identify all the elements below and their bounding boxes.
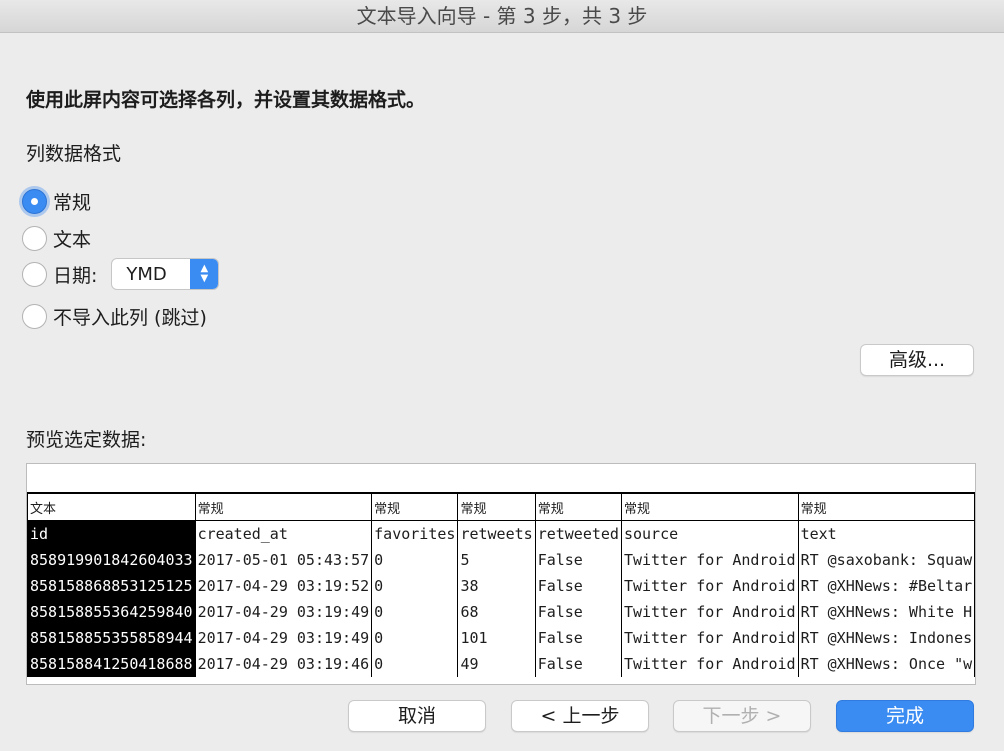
table-cell[interactable]: 2017-04-29 03:19:49	[194, 599, 373, 625]
preview-area[interactable]: 文本 常规 常规 常规 常规 常规 常规 id created_at favor…	[26, 463, 976, 685]
header-cell[interactable]: retweeted	[534, 520, 622, 547]
table-cell[interactable]: 858158868853125125	[27, 573, 196, 599]
table-row: 858158841250418688 2017-04-29 03:19:46 0…	[27, 651, 975, 677]
date-format-value: YMD	[126, 263, 167, 285]
header-cell[interactable]: source	[620, 520, 799, 547]
table-cell[interactable]: False	[534, 573, 622, 599]
table-cell[interactable]: RT @XHNews: Once "w	[797, 651, 975, 677]
table-cell[interactable]: False	[534, 547, 622, 573]
column-format-cell[interactable]: 常规	[194, 492, 373, 521]
column-format-cell[interactable]: 文本	[27, 492, 196, 521]
back-button[interactable]: < 上一步	[511, 700, 649, 732]
table-cell[interactable]: 5	[457, 547, 536, 573]
instruction-text: 使用此屏内容可选择各列，并设置其数据格式。	[26, 89, 426, 111]
finish-button[interactable]: 完成	[836, 700, 974, 732]
table-cell[interactable]: Twitter for Android	[620, 651, 799, 677]
table-cell[interactable]: 858158841250418688	[27, 651, 196, 677]
column-format-label: 列数据格式	[26, 143, 122, 165]
format-date-option[interactable]: 日期: YMD ▲ ▼	[22, 258, 220, 290]
column-format-cell[interactable]: 常规	[534, 492, 622, 521]
table-cell[interactable]: Twitter for Android	[620, 573, 799, 599]
stepper-icon[interactable]: ▲ ▼	[190, 259, 219, 289]
table-cell[interactable]: 0	[371, 573, 459, 599]
table-cell[interactable]: 0	[371, 547, 459, 573]
format-general-option[interactable]: 常规	[22, 188, 91, 215]
column-format-cell[interactable]: 常规	[620, 492, 799, 521]
table-cell[interactable]: RT @XHNews: Indones	[797, 625, 975, 651]
date-radio[interactable]	[22, 261, 47, 287]
table-cell[interactable]: 2017-05-01 05:43:57	[194, 547, 373, 573]
table-cell[interactable]: 858158855364259840	[27, 599, 196, 625]
table-cell[interactable]: 0	[371, 651, 459, 677]
table-cell[interactable]: False	[534, 651, 622, 677]
table-cell[interactable]: False	[534, 625, 622, 651]
skip-radio[interactable]	[22, 304, 47, 329]
table-cell[interactable]: 2017-04-29 03:19:46	[194, 651, 373, 677]
column-format-cell[interactable]: 常规	[371, 492, 459, 521]
preview-label: 预览选定数据:	[26, 429, 147, 451]
table-cell[interactable]: 0	[371, 599, 459, 625]
table-cell[interactable]: 38	[457, 573, 536, 599]
table-cell[interactable]: Twitter for Android	[620, 599, 799, 625]
table-cell[interactable]: False	[534, 599, 622, 625]
table-cell[interactable]: RT @saxobank: Squaw	[797, 547, 975, 573]
header-cell[interactable]: id	[27, 520, 196, 547]
header-cell[interactable]: text	[797, 520, 975, 547]
table-cell[interactable]: Twitter for Android	[620, 547, 799, 573]
table-cell[interactable]: 858158855355858944	[27, 625, 196, 651]
column-format-cell[interactable]: 常规	[797, 492, 975, 521]
window-title: 文本导入向导 - 第 3 步，共 3 步	[0, 0, 1004, 33]
next-button[interactable]: 下一步 >	[673, 700, 811, 732]
general-radio[interactable]	[22, 189, 47, 214]
column-format-cell[interactable]: 常规	[457, 492, 536, 521]
format-skip-option[interactable]: 不导入此列 (跳过)	[22, 303, 207, 330]
table-row: 858919901842604033 2017-05-01 05:43:57 0…	[27, 547, 975, 573]
table-cell[interactable]: 68	[457, 599, 536, 625]
table-cell[interactable]: 2017-04-29 03:19:49	[194, 625, 373, 651]
table-cell[interactable]: RT @XHNews: White H	[797, 599, 975, 625]
text-radio[interactable]	[22, 226, 47, 251]
column-format-row: 文本 常规 常规 常规 常规 常规 常规	[27, 492, 975, 521]
preview-table: 文本 常规 常规 常规 常规 常规 常规 id created_at favor…	[27, 492, 975, 677]
table-row: 858158868853125125 2017-04-29 03:19:52 0…	[27, 573, 975, 599]
table-cell[interactable]: Twitter for Android	[620, 625, 799, 651]
text-label: 文本	[53, 229, 92, 251]
cancel-button[interactable]: 取消	[348, 700, 486, 732]
skip-label: 不导入此列 (跳过)	[53, 307, 207, 329]
header-cell[interactable]: created_at	[194, 520, 373, 547]
header-cell[interactable]: retweets	[457, 520, 536, 547]
date-format-select[interactable]: YMD ▲ ▼	[111, 258, 220, 290]
table-cell[interactable]: 101	[457, 625, 536, 651]
general-label: 常规	[53, 192, 92, 214]
header-cell[interactable]: favorites	[371, 520, 459, 547]
advanced-button[interactable]: 高级...	[860, 344, 974, 376]
table-row: 858158855364259840 2017-04-29 03:19:49 0…	[27, 599, 975, 625]
date-label: 日期:	[53, 264, 98, 287]
table-cell[interactable]: 0	[371, 625, 459, 651]
table-cell[interactable]: 2017-04-29 03:19:52	[194, 573, 373, 599]
table-header-row: id created_at favorites retweets retweet…	[27, 520, 975, 547]
table-row: 858158855355858944 2017-04-29 03:19:49 0…	[27, 625, 975, 651]
table-cell[interactable]: 858919901842604033	[27, 547, 196, 573]
table-cell[interactable]: RT @XHNews: #Beltar	[797, 573, 975, 599]
format-text-option[interactable]: 文本	[22, 225, 91, 252]
table-cell[interactable]: 49	[457, 651, 536, 677]
